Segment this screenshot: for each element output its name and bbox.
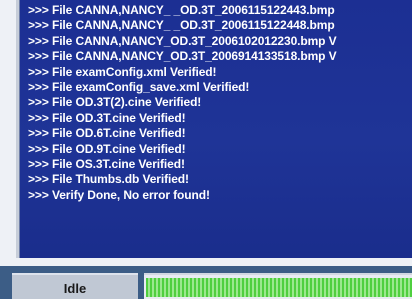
log-line: >>> File OD.9T.cine Verified!: [28, 141, 186, 156]
log-line: >>> File Thumbs.db Verified!: [28, 172, 189, 187]
status-text: Idle: [63, 280, 87, 296]
log-line: >>> File examConfig.xml Verified!: [28, 64, 217, 79]
log-line: >>> File OD.3T(2).cine Verified!: [28, 95, 202, 110]
log-line: >>> File CANNA,NANCY_OD.3T_2006102012230…: [28, 33, 337, 48]
log-line: >>> File CANNA,NANCY_ _OD.3T_20061151224…: [28, 3, 335, 17]
status-label-box: Idle: [12, 273, 138, 299]
log-line: >>> File CANNA,NANCY_OD.3T_2006914133518…: [28, 49, 337, 64]
progress-fill: [146, 278, 412, 297]
progress-bar: [144, 273, 412, 299]
log-line: >>> File OS.3T.cine Verified!: [28, 157, 185, 172]
log-panel[interactable]: >>> File CANNA,NANCY_ _OD.3T_20061151224…: [16, 0, 412, 258]
verify-window: >>> File CANNA,NANCY_ _OD.3T_20061151224…: [0, 0, 412, 299]
log-lines: >>> File CANNA,NANCY_ _OD.3T_20061151224…: [28, 3, 337, 203]
log-line: >>> File CANNA,NANCY_ _OD.3T_20061151224…: [28, 18, 335, 33]
log-line: >>> File examConfig_save.xml Verified!: [28, 80, 250, 95]
log-line: >>> Verify Done, No error found!: [28, 187, 210, 202]
log-line: >>> File OD.6T.cine Verified!: [28, 126, 186, 141]
log-line: >>> File OD.3T.cine Verified!: [28, 110, 186, 125]
